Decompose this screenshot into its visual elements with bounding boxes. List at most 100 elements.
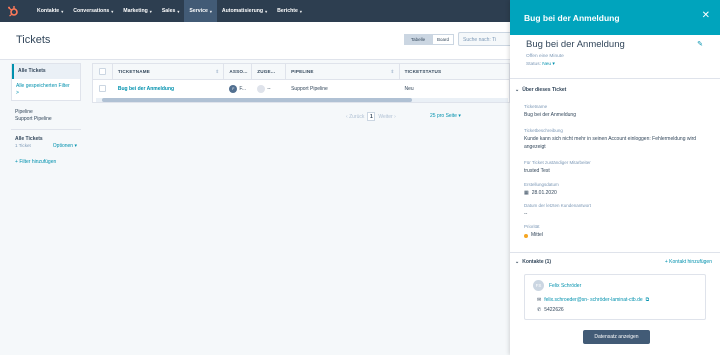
column-header-ticketname[interactable]: TICKETNAME ⇕ — [113, 64, 225, 79]
contact-email-link[interactable]: felix.schroeder@sn- schröder-laminat-ctb… — [544, 297, 642, 303]
panel-title: Bug bei der Anmeldung — [524, 12, 620, 23]
chevron-down-icon: ▾ — [177, 8, 180, 14]
page-title: Tickets — [16, 34, 51, 46]
nav-label: Conversations — [73, 8, 110, 14]
column-header-zuge[interactable]: ZUGE... — [252, 64, 287, 79]
search-input[interactable]: Suche nach: Ti — [458, 32, 512, 46]
next-page-button[interactable]: Weiter — [378, 114, 392, 120]
hubspot-logo-icon[interactable] — [6, 4, 20, 18]
panel-header: Bug bei der Anmeldung ✕ — [510, 0, 720, 35]
owner-text: -- — [267, 85, 271, 92]
ticketname-value[interactable]: Bug bei der Anmeldung — [524, 112, 704, 120]
avatar: F — [229, 84, 238, 93]
column-label: TICKETNAME — [117, 69, 151, 74]
divider — [510, 78, 720, 79]
add-contact-button[interactable]: + Kontakt hinzufügen — [665, 259, 712, 265]
priority-dot-icon — [524, 233, 528, 238]
chevron-down-icon: ▾ — [111, 8, 114, 14]
saved-filters-label: Alle gespeicherten Filter — [16, 82, 70, 89]
page-header: Tickets Tabelle Board Suche nach: Ti — [0, 22, 512, 60]
association-cell: F F... — [224, 80, 252, 97]
chevron-down-icon: ▾ — [149, 8, 152, 14]
edit-pencil-icon[interactable]: ✎ — [697, 40, 703, 48]
avatar: FS — [533, 280, 544, 291]
divider — [11, 128, 81, 130]
options-dropdown[interactable]: Optionen ▾ — [53, 143, 77, 150]
field-label: Erstellungsdatum — [524, 182, 559, 187]
about-section-toggle[interactable]: ⌄ Über dieses Ticket — [515, 87, 566, 93]
contact-card: FS Felix Schröder ✉ felix.schroeder@sn- s… — [524, 274, 706, 320]
last-reply-value[interactable]: -- — [524, 211, 704, 219]
view-list: Alle Tickets Alle gespeicherten Filter > — [11, 63, 81, 102]
calendar-icon: ▦ — [524, 190, 529, 196]
pipeline-filter[interactable]: Pipeline Support Pipeline — [11, 101, 81, 127]
show-record-button[interactable]: Datensatz anzeigen — [583, 330, 650, 344]
contacts-section-toggle[interactable]: ⌄ Kontakte (1) — [515, 259, 551, 265]
created-date-field[interactable]: ▦ 28.01.2020 — [524, 190, 704, 198]
nav-berichte[interactable]: Berichte ▾ — [272, 0, 307, 22]
status-value: Neu — [542, 62, 552, 67]
table-header: TICKETNAME ⇕ ASSO... ZUGE... PIPELINE ⇕ TI… — [93, 64, 509, 80]
close-icon[interactable]: ✕ — [702, 10, 710, 21]
created-date-value: 28.01.2020 — [531, 190, 557, 196]
record-status: Status: Neu ▾ — [526, 62, 555, 67]
select-all-checkbox[interactable] — [98, 68, 106, 75]
nav-automatisierung[interactable]: Automatisierung ▾ — [217, 0, 272, 22]
owner-value[interactable]: trusted Test — [524, 168, 704, 176]
scrollbar-thumb[interactable] — [102, 98, 412, 102]
chevron-down-icon: ▾ — [61, 8, 64, 14]
chevron-right-icon: › — [392, 113, 396, 120]
options-label: Optionen — [52, 142, 74, 149]
contacts-section-title: Kontakte (1) — [522, 259, 552, 265]
pipeline-cell: Support Pipeline — [291, 85, 328, 92]
field-label: Datum der letzten Kundenantwort — [524, 203, 592, 208]
column-header-pipeline[interactable]: PIPELINE ⇕ — [286, 64, 400, 79]
column-header-ticketstatus[interactable]: TICKETSTATUS — [400, 64, 509, 79]
row-checkbox[interactable] — [99, 85, 107, 92]
mail-icon: ✉ — [537, 297, 542, 303]
nav-marketing[interactable]: Marketing ▾ — [118, 0, 157, 22]
chevron-down-icon: ▾ — [458, 113, 461, 119]
filter-sidebar: Alle Tickets Alle gespeicherten Filter >… — [11, 63, 81, 171]
per-page-dropdown[interactable]: 25 pro Seite ▾ — [430, 113, 461, 119]
per-page-label: 25 pro Seite — [430, 113, 457, 119]
view-all-tickets[interactable]: Alle Tickets — [12, 64, 80, 79]
sort-icon: ⇕ — [215, 68, 220, 74]
nav-label: Sales — [161, 8, 176, 14]
tickets-table: TICKETNAME ⇕ ASSO... ZUGE... PIPELINE ⇕ TI… — [92, 63, 510, 103]
view-table-button[interactable]: Tabelle — [404, 34, 432, 45]
prev-page-button[interactable]: Zurück — [349, 114, 364, 120]
chevron-down-icon: ⌄ — [515, 259, 520, 265]
chevron-down-icon: ▾ — [299, 8, 302, 14]
row-select-cell — [93, 80, 113, 97]
status-dropdown[interactable]: Neu ▾ — [542, 62, 555, 67]
column-label: PIPELINE — [291, 69, 314, 74]
phone-icon: ✆ — [537, 307, 542, 313]
pipeline-value: Support Pipeline — [15, 116, 52, 122]
chevron-down-icon: ▾ — [209, 8, 212, 14]
chevron-down-icon: ▾ — [265, 8, 268, 14]
horizontal-scrollbar[interactable] — [96, 98, 508, 102]
status-cell: Neu — [404, 85, 414, 92]
description-value[interactable]: Kunde kann sich nicht mehr in seinen Acc… — [524, 136, 704, 152]
page-number[interactable]: 1 — [367, 112, 376, 121]
pipeline-label: Pipeline — [15, 109, 33, 116]
column-header-assoc[interactable]: ASSO... — [224, 64, 253, 79]
priority-field[interactable]: Mittel — [524, 232, 704, 240]
ticket-name-link[interactable]: Bug bei der Anmeldung — [113, 80, 224, 97]
divider — [510, 252, 720, 253]
add-filter-label: Filter hinzufügen — [19, 159, 57, 166]
nav-kontakte[interactable]: Kontakte ▾ — [32, 0, 68, 22]
nav-sales[interactable]: Sales ▾ — [157, 0, 185, 22]
saved-filters-link[interactable]: Alle gespeicherten Filter > — [12, 79, 80, 101]
contact-phone[interactable]: 5422626 — [544, 307, 563, 313]
contact-name-link[interactable]: Felix Schröder — [549, 283, 581, 289]
contact-phone-row: ✆ 5422626 — [537, 307, 564, 313]
nav-service[interactable]: Service ▾ — [184, 0, 217, 22]
about-section-title: Über dieses Ticket — [522, 87, 567, 93]
chevron-right-icon: > — [16, 89, 19, 96]
nav-conversations[interactable]: Conversations ▾ — [68, 0, 118, 22]
external-link-icon[interactable]: ⧉ — [646, 297, 650, 303]
add-filter-button[interactable]: + Filter hinzufügen — [11, 153, 81, 171]
view-board-button[interactable]: Board — [432, 34, 454, 45]
